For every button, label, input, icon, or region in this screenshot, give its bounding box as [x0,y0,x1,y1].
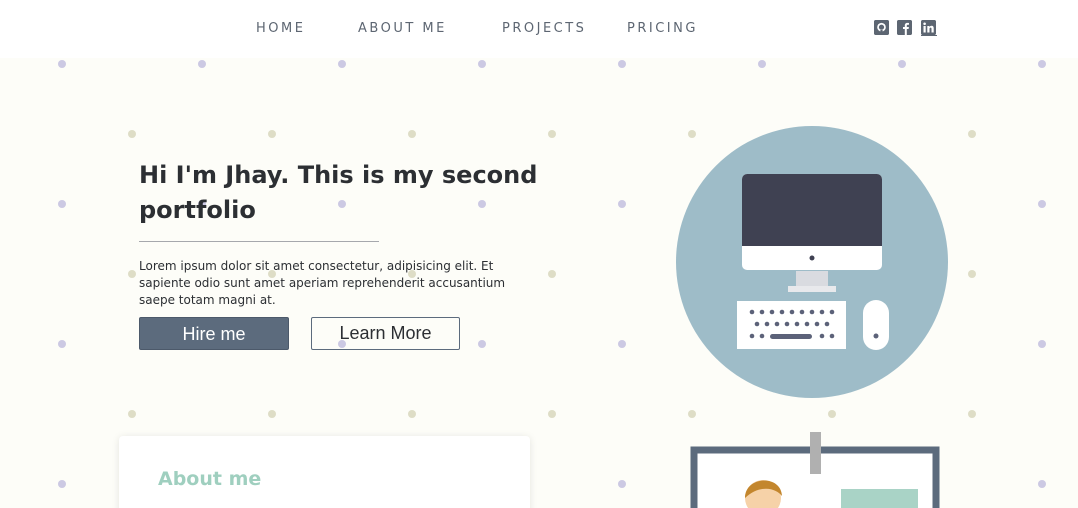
board-clip [810,432,821,474]
background-dot [548,270,556,278]
background-dot [968,130,976,138]
keyboard-key [749,333,755,339]
keyboard-key [829,333,835,339]
background-dot [268,130,276,138]
background-dot [548,410,556,418]
background-dot [968,410,976,418]
facebook-icon[interactable] [897,20,912,35]
top-navbar: HOME ABOUT ME PROJECTS PRICING [0,0,1078,58]
background-dot [618,200,626,208]
keyboard-key [799,309,805,315]
background-dot [1038,200,1046,208]
linkedin-icon[interactable] [919,20,939,36]
mouse [863,300,889,350]
keyboard-key [794,321,800,327]
background-dot [1038,480,1046,488]
keyboard-key [779,309,785,315]
keyboard-key [749,309,755,315]
background-dot [968,270,976,278]
hero-title: Hi I'm Jhay. This is my second portfolio [139,161,538,224]
background-dot [758,60,766,68]
background-dot [338,60,346,68]
hero-divider [139,241,379,242]
background-dot [58,480,66,488]
keyboard-key [814,321,820,327]
background-dot [1038,340,1046,348]
keyboard-key [804,321,810,327]
background-dot [58,200,66,208]
monitor-screen [742,174,882,246]
keyboard-key [809,309,815,315]
background-dot [408,410,416,418]
keyboard-key [759,309,765,315]
background-dot [268,410,276,418]
keyboard-spacebar [770,334,812,339]
monitor-dot [809,255,815,261]
background-dot [898,60,906,68]
background-dot [828,410,836,418]
learn-more-button[interactable]: Learn More [311,317,460,350]
nav-about-link[interactable]: ABOUT ME [358,21,447,36]
background-dot [1038,60,1046,68]
background-dot [58,60,66,68]
board-note [841,489,918,508]
keyboard-key [819,309,825,315]
hire-me-button[interactable]: Hire me [139,317,289,350]
github-icon[interactable] [874,20,889,35]
background-dot [198,60,206,68]
background-dot [478,60,486,68]
background-dot [478,340,486,348]
about-card: About me [119,436,530,508]
monitor-stand [796,271,828,287]
background-dot [128,410,136,418]
keyboard-key [789,309,795,315]
nav-home-link[interactable]: HOME [256,21,305,36]
keyboard-key [784,321,790,327]
nav-pricing-link[interactable]: PRICING [627,21,698,36]
keyboard-key [759,333,765,339]
background-dot [618,480,626,488]
about-title: About me [158,468,262,490]
keyboard-key [829,309,835,315]
keyboard-key [764,321,770,327]
keyboard-key [774,321,780,327]
background-dot [618,340,626,348]
keyboard-key [819,333,825,339]
keyboard-key [769,309,775,315]
background-dot [688,410,696,418]
background-dot [618,60,626,68]
background-dot [408,130,416,138]
computer-illustration [676,126,948,398]
keyboard [737,301,846,349]
background-dot [548,130,556,138]
hero-description: Lorem ipsum dolor sit amet consectetur, … [139,259,506,307]
background-dot [128,270,136,278]
background-dot [58,340,66,348]
nav-projects-link[interactable]: PROJECTS [502,21,586,36]
background-dot [128,130,136,138]
keyboard-key [824,321,830,327]
keyboard-key [754,321,760,327]
board-illustration [690,432,940,508]
